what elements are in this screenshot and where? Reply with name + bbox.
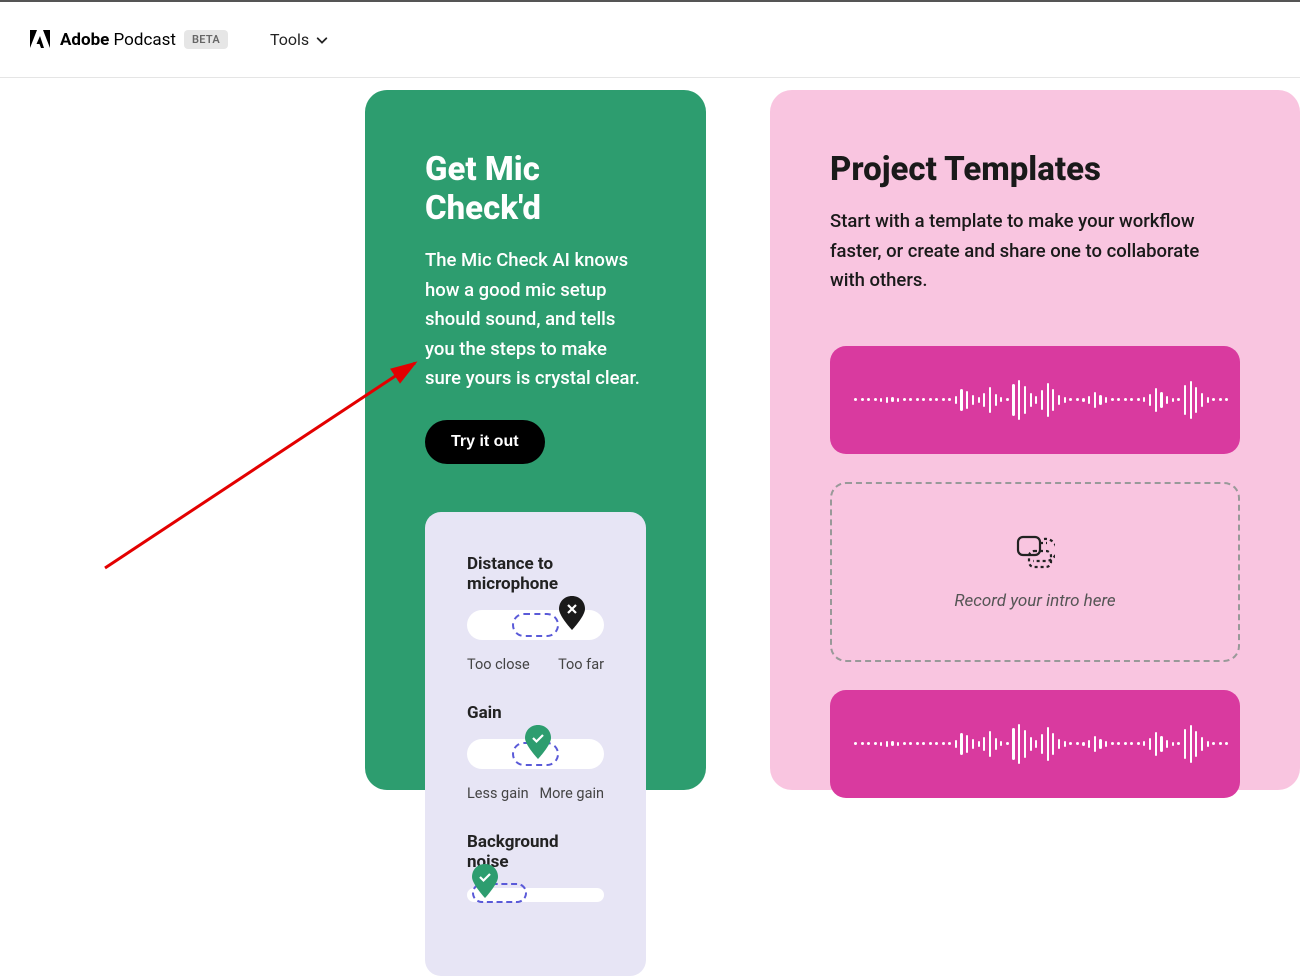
- mic-check-panel: Distance to microphone Too close Too f: [425, 512, 646, 976]
- brand[interactable]: Adobe Podcast BETA: [28, 28, 228, 52]
- noise-section: Background noise: [467, 832, 604, 926]
- gain-section: Gain Less gain More gain: [467, 703, 604, 802]
- brand-text: Adobe Podcast: [60, 30, 176, 50]
- waveform-icon: [854, 714, 1228, 774]
- try-it-out-button[interactable]: Try it out: [425, 420, 545, 464]
- record-hint-label: Record your intro here: [954, 591, 1115, 611]
- templates-card: Project Templates Start with a template …: [770, 90, 1300, 790]
- noise-slider[interactable]: [467, 888, 604, 902]
- distance-right-label: Too far: [558, 656, 604, 673]
- templates-title: Project Templates: [830, 150, 1240, 189]
- tools-menu[interactable]: Tools: [270, 30, 329, 49]
- distance-target-zone: [512, 613, 559, 637]
- distance-section: Distance to microphone Too close Too f: [467, 554, 604, 673]
- distance-label: Distance to microphone: [467, 554, 604, 594]
- gain-left-label: Less gain: [467, 785, 529, 802]
- gain-pin-good-icon: [525, 725, 551, 759]
- template-wave-1[interactable]: [830, 346, 1240, 454]
- record-placeholder-icon: [1015, 533, 1055, 569]
- chevron-down-icon: [315, 33, 329, 47]
- gain-label: Gain: [467, 703, 604, 723]
- adobe-logo-icon: [28, 28, 52, 52]
- gain-right-label: More gain: [539, 785, 604, 802]
- template-record-slot[interactable]: Record your intro here: [830, 482, 1240, 662]
- template-wave-2[interactable]: [830, 690, 1240, 798]
- waveform-icon: [854, 370, 1228, 430]
- distance-pin-bad-icon: [559, 596, 585, 630]
- gain-slider[interactable]: [467, 739, 604, 769]
- tools-label: Tools: [270, 30, 309, 49]
- distance-left-label: Too close: [467, 656, 530, 673]
- noise-pin-good-icon: [472, 864, 498, 898]
- mic-check-title: Get Mic Check'd: [425, 150, 646, 228]
- mic-check-desc: The Mic Check AI knows how a good mic se…: [425, 246, 646, 394]
- beta-badge: BETA: [184, 30, 228, 49]
- distance-slider[interactable]: [467, 610, 604, 640]
- header: Adobe Podcast BETA Tools: [0, 2, 1300, 78]
- mic-check-card: Get Mic Check'd The Mic Check AI knows h…: [365, 90, 706, 790]
- templates-desc: Start with a template to make your workf…: [830, 207, 1230, 296]
